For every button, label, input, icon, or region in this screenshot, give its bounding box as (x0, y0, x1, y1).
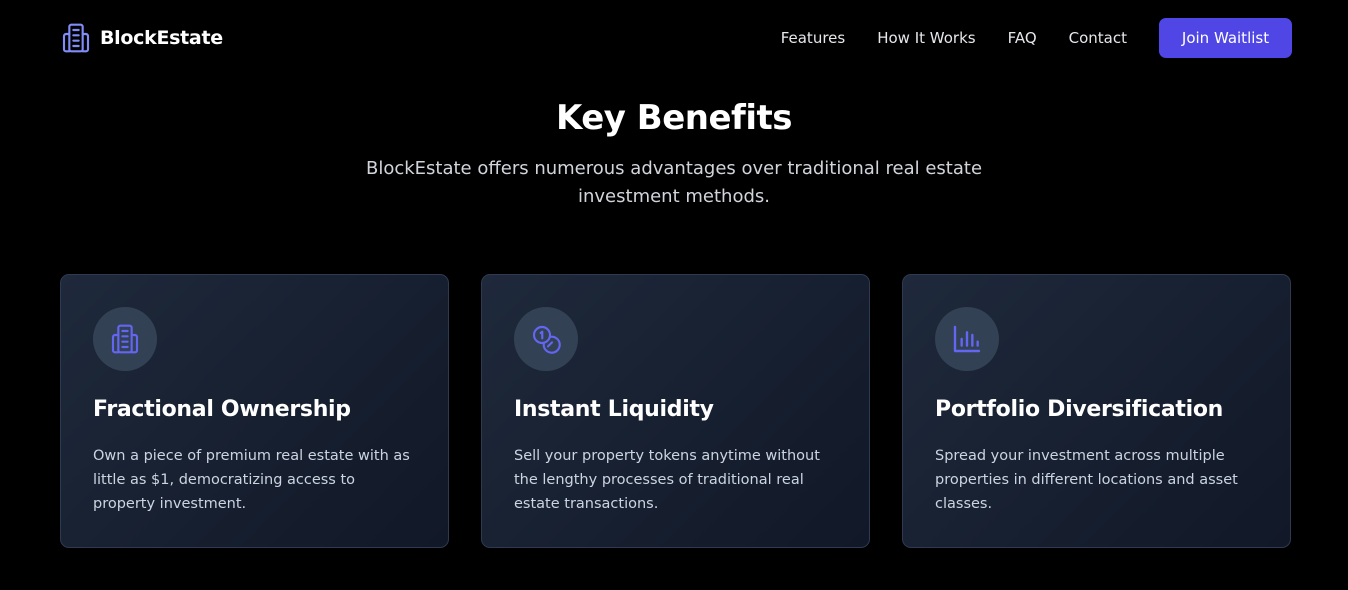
card-description: Sell your property tokens anytime withou… (514, 448, 820, 512)
section-title: Key Benefits (556, 98, 792, 138)
building-icon (62, 23, 90, 53)
benefit-card-instant-liquidity: Instant Liquidity Sell your property tok… (481, 274, 870, 548)
card-title: Fractional Ownership (93, 397, 351, 422)
card-title: Instant Liquidity (514, 397, 714, 422)
benefit-card-portfolio-diversification: Portfolio Diversification Spread your in… (902, 274, 1291, 548)
join-waitlist-button[interactable]: Join Waitlist (1159, 18, 1292, 58)
card-icon-circle (93, 307, 157, 371)
card-icon-circle (514, 307, 578, 371)
nav-right: Features How It Works FAQ Contact Join W… (781, 18, 1292, 58)
coins-icon (532, 325, 561, 354)
card-description: Spread your investment across multiple p… (935, 448, 1238, 512)
benefit-cards: Fractional Ownership Own a piece of prem… (60, 274, 1292, 548)
nav-link-how-it-works[interactable]: How It Works (877, 29, 975, 47)
card-title: Portfolio Diversification (935, 397, 1224, 422)
section-subtitle: BlockEstate offers numerous advantages o… (365, 158, 983, 207)
nav-link-faq[interactable]: FAQ (1008, 29, 1037, 47)
bar-chart-icon (953, 325, 981, 353)
brand-logo-link[interactable]: BlockEstate (60, 22, 223, 54)
card-description: Own a piece of premium real estate with … (93, 448, 410, 512)
card-icon-circle (935, 307, 999, 371)
building-icon (111, 324, 139, 354)
nav-link-contact[interactable]: Contact (1069, 29, 1127, 47)
brand-name: BlockEstate (100, 27, 223, 49)
benefit-card-fractional-ownership: Fractional Ownership Own a piece of prem… (60, 274, 449, 548)
nav-link-features[interactable]: Features (781, 29, 846, 47)
navbar: BlockEstate Features How It Works FAQ Co… (60, 18, 1292, 58)
page: BlockEstate Features How It Works FAQ Co… (0, 0, 1348, 590)
nav-links: Features How It Works FAQ Contact (781, 29, 1127, 47)
